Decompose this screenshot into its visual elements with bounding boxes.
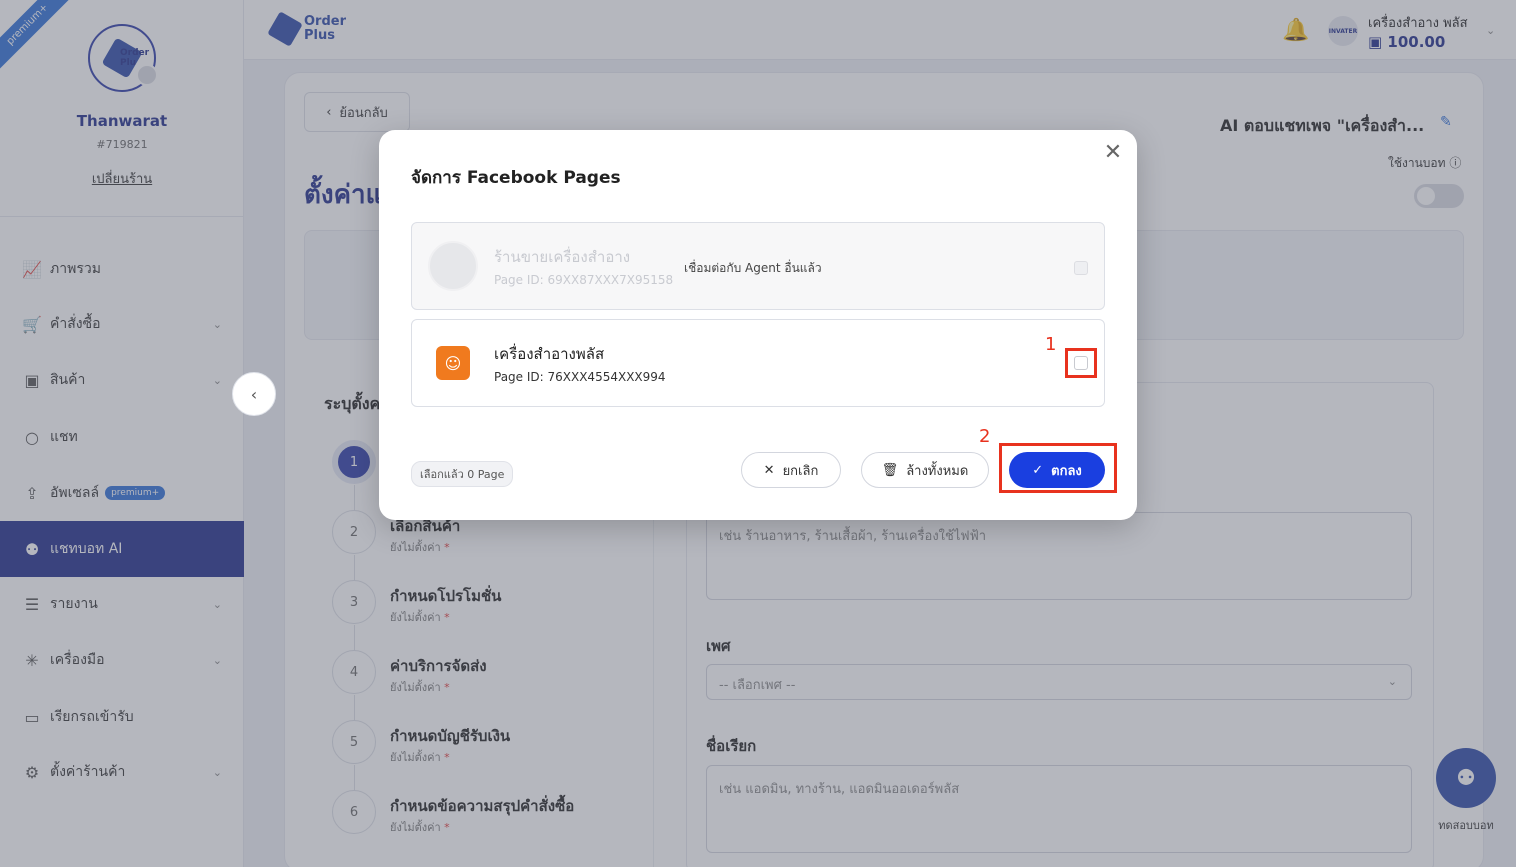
page-row[interactable]: ☺ เครื่องสำอางพลัส Page ID: 76XXX4554XXX… <box>411 319 1105 407</box>
annotation-number: 1 <box>1045 334 1057 355</box>
cancel-button[interactable]: ✕ ยกเลิก <box>741 452 841 488</box>
brand-logo-icon: ☺ <box>436 346 470 380</box>
sidebar-collapse-button[interactable]: ‹ <box>232 372 276 416</box>
page-id: Page ID: 69XX87XXX7X95158 <box>494 273 674 287</box>
cancel-label: ยกเลิก <box>782 463 819 479</box>
page-id: Page ID: 76XXX4554XXX994 <box>494 370 666 384</box>
annotation-box <box>1065 348 1097 378</box>
facebook-pages-modal: จัดการ Facebook Pages ✕ ร้านขายเครื่องสำ… <box>379 130 1137 520</box>
connected-note: เชื่อมต่อกับ Agent อื่นแล้ว <box>684 261 822 275</box>
modal-title: จัดการ Facebook Pages <box>411 168 621 188</box>
trash-icon: 🗑 <box>881 462 899 478</box>
clear-all-button[interactable]: 🗑 ล้างทั้งหมด <box>861 452 989 488</box>
page-name: ร้านขายเครื่องสำอาง <box>494 248 631 266</box>
page-checkbox-disabled <box>1074 261 1088 275</box>
close-icon[interactable]: ✕ <box>1101 140 1125 165</box>
annotation-box <box>999 443 1117 493</box>
selected-count-badge: เลือกแล้ว 0 Page <box>411 461 514 487</box>
page-avatar <box>428 241 478 291</box>
clear-label: ล้างทั้งหมด <box>906 463 969 479</box>
page-avatar: ☺ <box>428 338 478 388</box>
page-name: เครื่องสำอางพลัส <box>494 345 605 363</box>
annotation-number: 2 <box>979 426 991 447</box>
close-icon: ✕ <box>763 462 775 478</box>
page-row-disabled: ร้านขายเครื่องสำอาง Page ID: 69XX87XXX7X… <box>411 222 1105 310</box>
